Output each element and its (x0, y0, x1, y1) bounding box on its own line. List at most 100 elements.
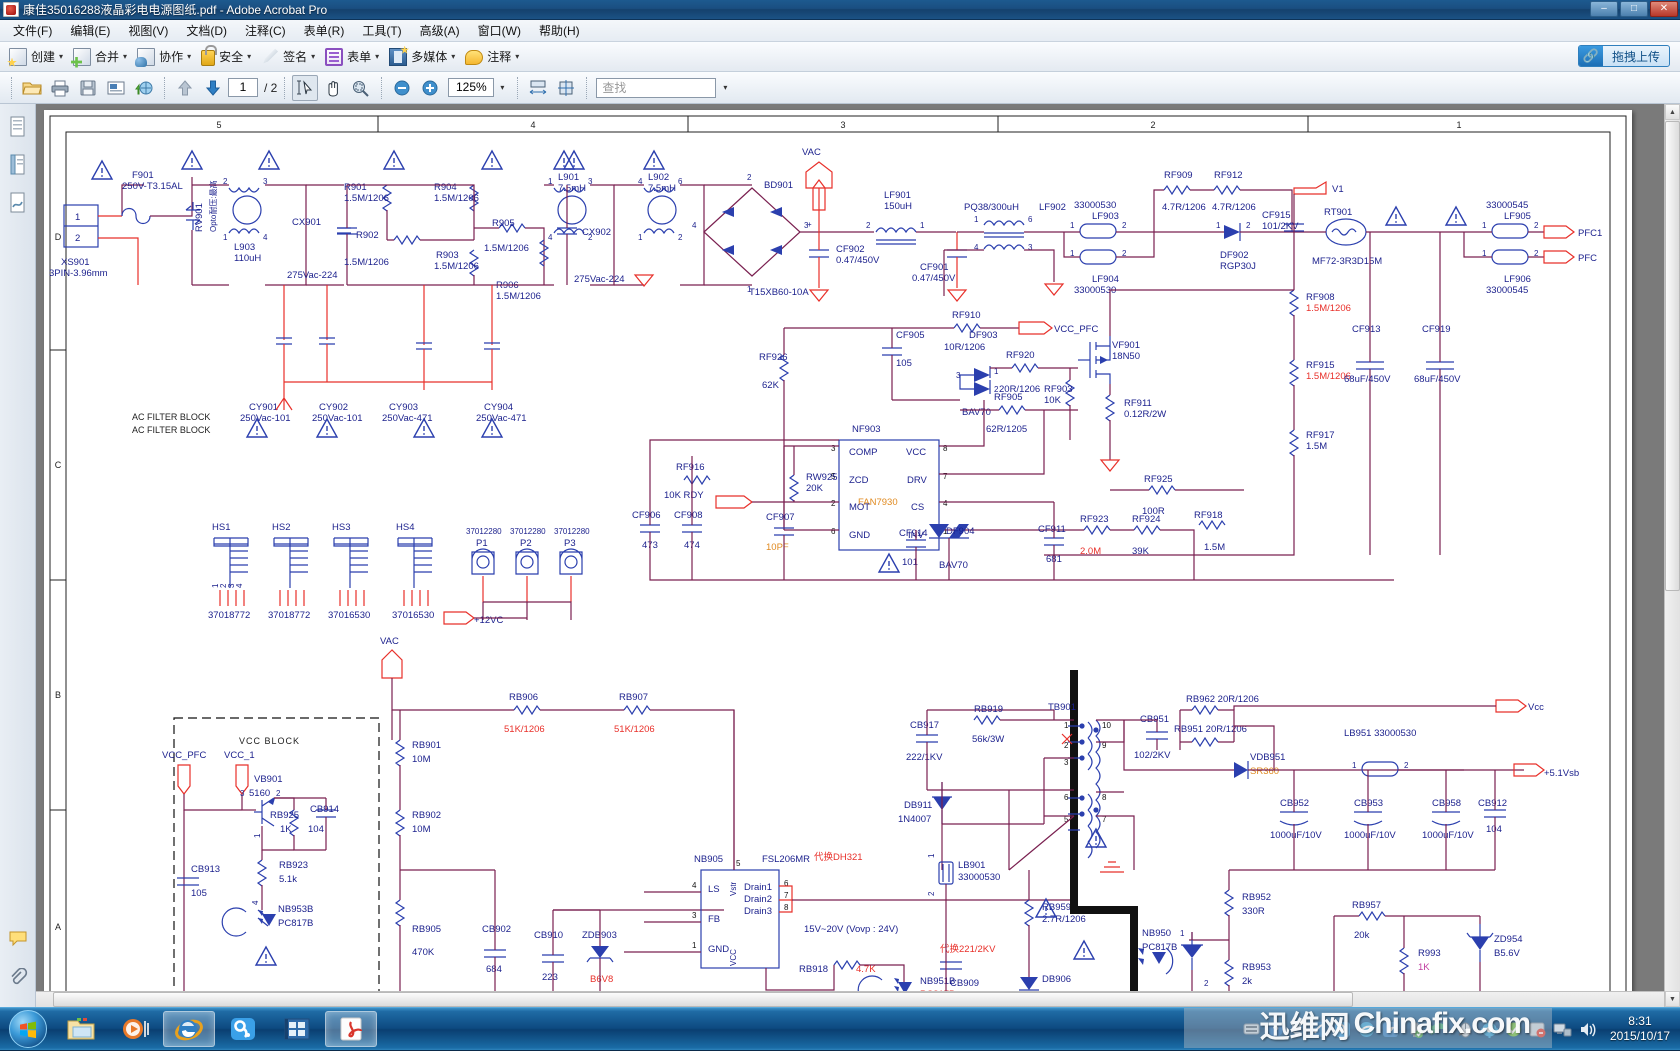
horizontal-scrollbar[interactable] (36, 991, 1664, 1007)
security-button[interactable]: 安全 ▾ (196, 45, 256, 68)
svg-text:CB910: CB910 (534, 930, 563, 941)
comment-button[interactable]: 注释 ▾ (460, 46, 524, 67)
svg-text:37018772: 37018772 (268, 610, 310, 621)
print-icon[interactable] (47, 75, 73, 101)
scroll-up-arrow-icon[interactable]: ▲ (1665, 104, 1680, 120)
taskbar-explorer[interactable] (55, 1011, 107, 1047)
create-button[interactable]: 创建 ▾ (4, 46, 68, 68)
menu-comment[interactable]: 注释(C) (236, 20, 295, 41)
taskbar-acrobat[interactable] (325, 1011, 377, 1047)
svg-text:DF903: DF903 (969, 330, 998, 341)
menu-tools[interactable]: 工具(T) (353, 20, 410, 41)
svg-text:1.5M: 1.5M (1204, 542, 1225, 553)
svg-text:10K RDY: 10K RDY (664, 490, 704, 501)
horizontal-scroll-thumb[interactable] (53, 992, 1353, 1007)
svg-text:33000530: 33000530 (958, 872, 1000, 883)
search-dropdown-chevron-icon[interactable]: ▾ (723, 83, 727, 92)
fit-page-icon[interactable] (553, 75, 579, 101)
acrobat-window: 康佳35016288液晶彩电电源图纸.pdf - Adobe Acrobat P… (0, 0, 1680, 1007)
search-input[interactable]: 查找 (596, 78, 716, 98)
page-number-input[interactable]: 1 (228, 78, 258, 97)
comments-panel-icon[interactable] (5, 925, 31, 951)
toolbar-divider (586, 77, 587, 99)
marquee-zoom-icon[interactable] (348, 75, 374, 101)
svg-text:P3: P3 (564, 538, 576, 549)
next-page-icon[interactable] (200, 75, 226, 101)
forms-button[interactable]: 表单 ▾ (320, 46, 384, 68)
previous-page-icon[interactable] (172, 75, 198, 101)
email-icon[interactable] (103, 75, 129, 101)
svg-text:CF914: CF914 (899, 528, 928, 539)
pages-panel-icon[interactable] (5, 114, 31, 140)
bookmarks-panel-icon[interactable] (5, 152, 31, 178)
svg-text:1: 1 (692, 941, 697, 950)
svg-text:代换221/2KV: 代换221/2KV (940, 943, 996, 955)
windows-logo-icon (9, 1010, 47, 1048)
svg-text:1: 1 (1482, 221, 1487, 230)
svg-text:V1: V1 (1332, 184, 1344, 195)
taskbar-media-player[interactable] (109, 1011, 161, 1047)
svg-text:250Vac-101: 250Vac-101 (312, 413, 363, 424)
svg-text:10M: 10M (412, 754, 431, 765)
open-file-icon[interactable] (19, 75, 45, 101)
svg-text:DB906: DB906 (1042, 974, 1071, 985)
svg-text:10M: 10M (412, 824, 431, 835)
attachments-panel-icon[interactable] (5, 965, 31, 991)
svg-text:CB914: CB914 (310, 804, 339, 815)
start-button[interactable] (2, 1009, 54, 1049)
menu-window[interactable]: 窗口(W) (469, 20, 530, 41)
combine-button[interactable]: 合并 ▾ (68, 46, 132, 68)
svg-text:4: 4 (548, 233, 553, 242)
menu-file[interactable]: 文件(F) (4, 20, 61, 41)
page-total-label: / 2 (264, 81, 277, 95)
taskbar-clock[interactable]: 8:31 2015/10/17 (1604, 1014, 1680, 1044)
svg-text:275Vac-224: 275Vac-224 (287, 270, 338, 281)
svg-text:684: 684 (486, 964, 502, 975)
scroll-down-arrow-icon[interactable]: ▼ (1665, 991, 1680, 1007)
zoom-level-input[interactable]: 125% (448, 78, 494, 97)
svg-text:L903: L903 (234, 242, 255, 253)
svg-text:105: 105 (191, 888, 207, 899)
menu-view[interactable]: 视图(V) (119, 20, 177, 41)
collaborate-button[interactable]: 协作 ▾ (132, 46, 196, 68)
minimize-button[interactable]: – (1590, 1, 1618, 17)
sign-label: 签名 (283, 48, 307, 65)
select-tool-icon[interactable] (292, 75, 318, 101)
close-button[interactable]: ✕ (1650, 1, 1678, 17)
maximize-button[interactable]: □ (1620, 1, 1648, 17)
zoom-in-icon[interactable] (417, 75, 443, 101)
document-viewport[interactable]: .wire { stroke:#7a2050; stroke-width:1.2… (36, 104, 1680, 1007)
multimedia-button[interactable]: 多媒体 ▾ (384, 46, 460, 68)
upload-web-icon[interactable] (131, 75, 157, 101)
sign-button[interactable]: 签名 ▾ (256, 46, 320, 68)
menu-edit[interactable]: 编辑(E) (61, 20, 119, 41)
menu-document[interactable]: 文档(D) (177, 20, 236, 41)
drag-upload-button[interactable]: 🔗 拖拽上传 (1578, 45, 1670, 67)
menu-forms[interactable]: 表单(R) (295, 20, 354, 41)
taskbar-internet-explorer[interactable] (163, 1011, 215, 1047)
svg-text:2: 2 (1246, 221, 1251, 230)
svg-text:1: 1 (223, 233, 228, 242)
svg-text:4.7K: 4.7K (856, 964, 876, 975)
taskbar-xunlei[interactable] (217, 1011, 269, 1047)
save-icon[interactable] (75, 75, 101, 101)
menu-advanced[interactable]: 高级(A) (411, 20, 469, 41)
vertical-scrollbar[interactable]: ▲ ▼ (1664, 104, 1680, 1007)
watermark-panel (1184, 1008, 1552, 1048)
taskbar-video[interactable] (271, 1011, 323, 1047)
signatures-panel-icon[interactable] (5, 190, 31, 216)
svg-text:275Vac-224: 275Vac-224 (574, 274, 625, 285)
multimedia-icon (389, 48, 407, 66)
menu-help[interactable]: 帮助(H) (530, 20, 589, 41)
fit-width-icon[interactable] (525, 75, 551, 101)
zoom-dropdown-chevron-icon[interactable]: ▾ (500, 83, 504, 92)
hand-tool-icon[interactable] (320, 75, 346, 101)
chevron-down-icon: ▾ (59, 52, 63, 61)
multimedia-label: 多媒体 (411, 48, 447, 65)
svg-text:LF904: LF904 (1092, 274, 1119, 285)
vertical-scroll-thumb[interactable] (1665, 121, 1680, 591)
svg-text:5: 5 (736, 859, 741, 868)
zoom-out-icon[interactable] (389, 75, 415, 101)
svg-text:1: 1 (974, 215, 979, 224)
svg-text:0.47/450V: 0.47/450V (836, 255, 880, 266)
